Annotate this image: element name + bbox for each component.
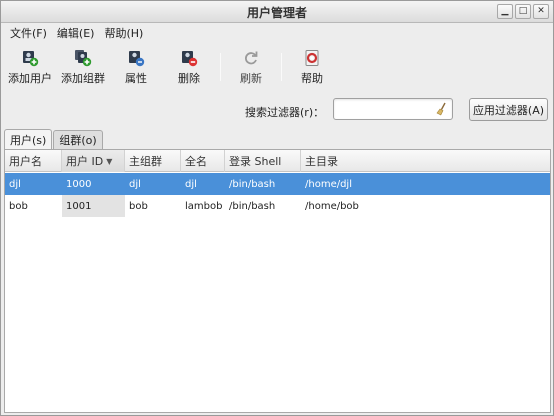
column-header-username[interactable]: 用户名 <box>5 150 62 172</box>
menu-bar: 文件(F) 编辑(E) 帮助(H) <box>1 23 553 43</box>
search-filter-input[interactable] <box>333 98 453 120</box>
sort-descending-icon: ▼ <box>106 156 113 166</box>
column-header-user-id-label: 用户 ID <box>66 155 104 168</box>
properties-label: 属性 <box>125 72 147 85</box>
add-group-icon <box>75 50 92 67</box>
properties-icon <box>129 51 145 67</box>
delete-label: 删除 <box>178 72 200 85</box>
close-icon: ✕ <box>537 6 545 16</box>
clear-broom-icon[interactable] <box>435 102 449 116</box>
table-header: 用户名 用户 ID ▼ 主组群 全名 登录 Shell 主目录 <box>5 150 550 172</box>
add-group-label: 添加组群 <box>61 72 105 85</box>
cell-primary-group: djl <box>129 178 141 190</box>
cell-username: djl <box>9 178 21 190</box>
cell-primary-group: bob <box>129 200 148 212</box>
minimize-button[interactable]: ▁ <box>497 4 513 19</box>
tab-groups[interactable]: 组群(o) <box>53 130 103 149</box>
menu-file[interactable]: 文件(F) <box>5 25 52 41</box>
cell-user-id: 1001 <box>62 195 125 217</box>
cell-home-dir: /home/bob <box>305 200 359 212</box>
refresh-icon <box>245 51 258 65</box>
delete-icon <box>182 51 198 67</box>
delete-button[interactable]: 删除 <box>163 49 215 86</box>
cell-full-name: djl <box>185 178 197 190</box>
refresh-label: 刷新 <box>240 72 262 85</box>
cell-username: bob <box>9 200 28 212</box>
table-row[interactable]: djl 1000 djl djl /bin/bash /home/djl <box>5 173 550 195</box>
properties-button[interactable]: 属性 <box>110 49 162 86</box>
toolbar-separator <box>220 53 221 81</box>
column-header-user-id[interactable]: 用户 ID ▼ <box>62 150 125 172</box>
user-manager-window: 用户管理者 ▁ □ ✕ 文件(F) 编辑(E) 帮助(H) 添加用户 添加组群 … <box>0 0 554 416</box>
add-user-label: 添加用户 <box>8 72 52 85</box>
tab-users[interactable]: 用户(s) <box>4 129 53 149</box>
add-user-button[interactable]: 添加用户 <box>4 49 56 86</box>
maximize-button[interactable]: □ <box>515 4 531 19</box>
close-button[interactable]: ✕ <box>533 4 549 19</box>
menu-edit[interactable]: 编辑(E) <box>52 25 100 41</box>
column-header-login-shell[interactable]: 登录 Shell <box>225 150 301 172</box>
menu-help[interactable]: 帮助(H) <box>99 25 148 41</box>
cell-full-name: lambob <box>185 200 223 212</box>
help-button[interactable]: 帮助 <box>286 49 338 86</box>
column-header-primary-group[interactable]: 主组群 <box>125 150 181 172</box>
tab-bar: 用户(s) 组群(o) <box>4 129 104 149</box>
apply-filter-button[interactable]: 应用过滤器(A) <box>469 98 548 121</box>
refresh-button[interactable]: 刷新 <box>225 49 277 86</box>
minimize-icon: ▁ <box>501 6 509 16</box>
column-header-home-dir[interactable]: 主目录 <box>301 150 550 172</box>
help-icon <box>305 50 319 66</box>
window-controls: ▁ □ ✕ <box>497 4 549 19</box>
window-title: 用户管理者 <box>246 6 307 20</box>
help-label: 帮助 <box>301 72 323 85</box>
table-row[interactable]: bob 1001 bob lambob /bin/bash /home/bob <box>5 195 550 217</box>
search-filter-label: 搜索过滤器(r)： <box>245 106 325 119</box>
cell-home-dir: /home/djl <box>305 178 352 190</box>
cell-user-id: 1000 <box>62 173 125 195</box>
toolbar: 添加用户 添加组群 属性 删除 刷新 帮助 <box>1 45 553 91</box>
add-user-icon <box>23 51 39 67</box>
column-header-full-name[interactable]: 全名 <box>181 150 225 172</box>
cell-login-shell: /bin/bash <box>229 178 276 190</box>
maximize-icon: □ <box>518 6 528 16</box>
toolbar-separator <box>281 53 282 81</box>
users-table: 用户名 用户 ID ▼ 主组群 全名 登录 Shell 主目录 djl 1000… <box>4 149 551 413</box>
title-bar: 用户管理者 ▁ □ ✕ <box>1 1 553 23</box>
cell-login-shell: /bin/bash <box>229 200 276 212</box>
add-group-button[interactable]: 添加组群 <box>57 49 109 86</box>
